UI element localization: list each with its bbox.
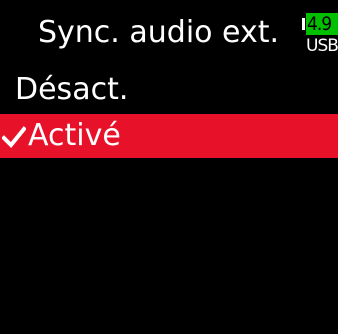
battery-level: 4.9 — [306, 13, 338, 35]
page-title: Sync. audio ext. — [38, 15, 280, 50]
battery-icon — [302, 18, 305, 30]
battery-indicator: 4.9 USB — [302, 13, 338, 57]
device-screen: Sync. audio ext. 4.9 USB Désact. Activé — [0, 0, 338, 334]
option-active[interactable]: Activé — [0, 114, 338, 158]
option-desact[interactable]: Désact. — [0, 68, 338, 112]
header: Sync. audio ext. 4.9 USB — [0, 0, 338, 60]
option-label: Désact. — [15, 72, 129, 107]
option-label: Activé — [28, 118, 121, 153]
options-list: Désact. Activé — [0, 68, 338, 158]
power-source-label: USB — [306, 36, 338, 56]
checkmark-icon — [1, 114, 27, 158]
